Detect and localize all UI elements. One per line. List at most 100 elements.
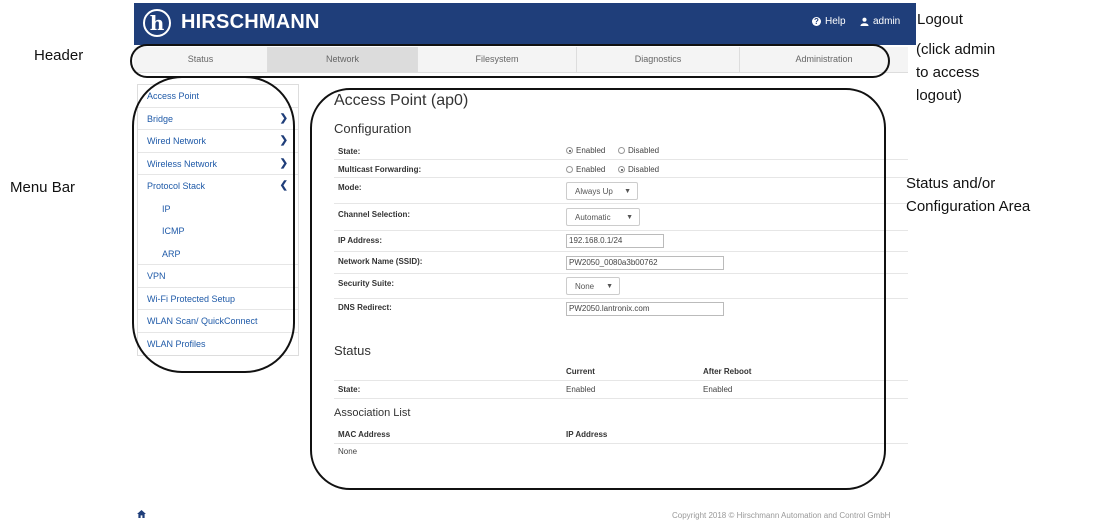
help-link[interactable]: ? Help xyxy=(812,16,846,27)
status-area-annotation-line-1: Status and/or xyxy=(906,175,996,192)
config-row-channel: Channel Selection: Automatic ▼ xyxy=(334,204,908,231)
dns-redirect-input[interactable]: PW2050.lantronix.com xyxy=(566,302,724,316)
option-label: Disabled xyxy=(628,146,660,155)
sidebar-item-vpn[interactable]: VPN xyxy=(138,265,298,288)
state-after-reboot-value: Enabled xyxy=(703,385,733,394)
sidebar-item-label: WLAN Profiles xyxy=(147,338,206,349)
sidebar-menu: Access Point Bridge ❯ Wired Network ❯ Wire… xyxy=(137,84,299,356)
sidebar-item-label: Wi-Fi Protected Setup xyxy=(147,293,236,304)
config-row-ip: IP Address: 192.168.0.1/24 xyxy=(334,231,908,252)
channel-label: Channel Selection: xyxy=(338,210,411,219)
caret-down-icon: ▼ xyxy=(606,283,613,290)
state-disabled-option[interactable]: Disabled xyxy=(618,146,659,155)
config-row-multicast: Multicast Forwarding: Enabled Disabled xyxy=(334,160,908,178)
logout-note-line-2: to access xyxy=(916,64,980,81)
logout-note-line-1: (click admin xyxy=(916,41,996,58)
state-current-value: Enabled xyxy=(566,385,596,394)
sidebar-item-wlan-profiles[interactable]: WLAN Profiles xyxy=(138,333,298,356)
radio-unchecked-icon[interactable] xyxy=(566,166,573,174)
security-label: Security Suite: xyxy=(338,279,395,288)
configuration-heading: Configuration xyxy=(334,121,412,136)
sidebar-item-wlan-scan[interactable]: WLAN Scan/ QuickConnect xyxy=(138,310,298,333)
sidebar-item-wps[interactable]: Wi-Fi Protected Setup xyxy=(138,288,298,310)
brand-name: HIRSCHMANN xyxy=(181,11,320,33)
association-empty-text: None xyxy=(338,447,358,456)
sidebar-item-bridge[interactable]: Bridge ❯ xyxy=(138,108,298,130)
chevron-right-icon: ❯ xyxy=(279,135,288,146)
hirschmann-logo-icon: h xyxy=(143,9,171,37)
home-icon[interactable] xyxy=(137,510,146,521)
sidebar-item-label: ICMP xyxy=(162,226,185,236)
sidebar-item-protocol-stack[interactable]: Protocol Stack ❮ xyxy=(138,175,298,198)
ssid-input[interactable]: PW2050_0080a3b00762 xyxy=(566,256,724,270)
multicast-label: Multicast Forwarding: xyxy=(338,165,422,174)
sidebar-item-icmp[interactable]: ICMP xyxy=(138,220,298,243)
association-empty-row: None xyxy=(334,444,908,460)
state-label: State: xyxy=(338,147,361,156)
header-annotation: Header xyxy=(34,47,84,64)
tab-diagnostics[interactable]: Diagnostics xyxy=(577,47,740,72)
sidebar-item-wired-network[interactable]: Wired Network ❯ xyxy=(138,130,298,153)
sidebar-item-label: Protocol Stack xyxy=(147,181,206,191)
radio-checked-icon[interactable] xyxy=(566,147,573,155)
page-title: Access Point (ap0) xyxy=(334,92,469,109)
status-area-annotation-line-2: Configuration Area xyxy=(906,198,1031,215)
sidebar-item-label: Bridge xyxy=(147,113,174,124)
status-heading: Status xyxy=(334,343,371,358)
config-row-security: Security Suite: None ▼ xyxy=(334,274,908,299)
security-value: None xyxy=(575,282,595,291)
admin-label: admin xyxy=(873,16,901,27)
sidebar-item-wireless-network[interactable]: Wireless Network ❯ xyxy=(138,153,298,175)
sidebar-item-arp[interactable]: ARP xyxy=(138,243,298,265)
option-label: Enabled xyxy=(576,165,606,174)
col-after-reboot: After Reboot xyxy=(703,367,752,376)
config-row-state: State: Enabled Disabled xyxy=(334,142,908,160)
status-table-header: Current After Reboot xyxy=(334,365,908,381)
chevron-left-icon: ❮ xyxy=(279,180,288,191)
logout-note-line-3: logout) xyxy=(916,87,962,104)
tab-administration[interactable]: Administration xyxy=(740,47,908,72)
mode-label: Mode: xyxy=(338,183,362,192)
sidebar-item-label: Access Point xyxy=(147,91,200,101)
tab-filesystem[interactable]: Filesystem xyxy=(418,47,577,72)
help-icon: ? xyxy=(812,16,821,26)
association-table-header: MAC Address IP Address xyxy=(334,428,908,444)
tab-network[interactable]: Network xyxy=(268,47,418,72)
top-header-bar: h HIRSCHMANN ? Help admin xyxy=(134,3,916,45)
channel-value: Automatic xyxy=(575,213,611,222)
radio-checked-icon[interactable] xyxy=(618,166,625,174)
col-mac-address: MAC Address xyxy=(338,430,391,439)
user-icon xyxy=(860,17,869,26)
help-label: Help xyxy=(825,16,846,27)
chevron-right-icon: ❯ xyxy=(279,112,288,124)
state-enabled-option[interactable]: Enabled xyxy=(566,146,605,155)
ip-label: IP Address: xyxy=(338,236,383,245)
sidebar-item-access-point[interactable]: Access Point xyxy=(138,85,298,108)
sidebar-item-label: Wireless Network xyxy=(147,158,218,169)
sidebar-item-ip[interactable]: IP xyxy=(138,198,298,221)
sidebar-item-label: Wired Network xyxy=(147,136,207,146)
col-current: Current xyxy=(566,367,595,376)
dns-label: DNS Redirect: xyxy=(338,303,392,312)
security-select[interactable]: None ▼ xyxy=(566,277,620,295)
mode-value: Always Up xyxy=(575,187,613,196)
config-row-ssid: Network Name (SSID): PW2050_0080a3b00762 xyxy=(334,252,908,274)
multicast-disabled-option[interactable]: Disabled xyxy=(618,165,659,174)
chevron-right-icon: ❯ xyxy=(279,157,288,169)
ip-address-input[interactable]: 192.168.0.1/24 xyxy=(566,234,664,248)
channel-select[interactable]: Automatic ▼ xyxy=(566,208,640,226)
tab-status[interactable]: Status xyxy=(134,47,268,72)
sidebar-item-label: WLAN Scan/ QuickConnect xyxy=(147,316,258,326)
status-row-state: State: Enabled Enabled xyxy=(334,381,908,399)
multicast-enabled-option[interactable]: Enabled xyxy=(566,165,605,174)
admin-user-link[interactable]: admin xyxy=(860,16,900,27)
ssid-label: Network Name (SSID): xyxy=(338,257,423,266)
sidebar-item-label: VPN xyxy=(147,271,166,281)
option-label: Disabled xyxy=(628,165,660,174)
copyright-text: Copyright 2018 © Hirschmann Automation a… xyxy=(672,511,891,520)
menu-bar-annotation: Menu Bar xyxy=(10,179,76,196)
radio-unchecked-icon[interactable] xyxy=(618,147,625,155)
logout-annotation: Logout xyxy=(917,11,963,28)
col-ip-address: IP Address xyxy=(566,430,608,439)
mode-select[interactable]: Always Up ▼ xyxy=(566,182,638,200)
